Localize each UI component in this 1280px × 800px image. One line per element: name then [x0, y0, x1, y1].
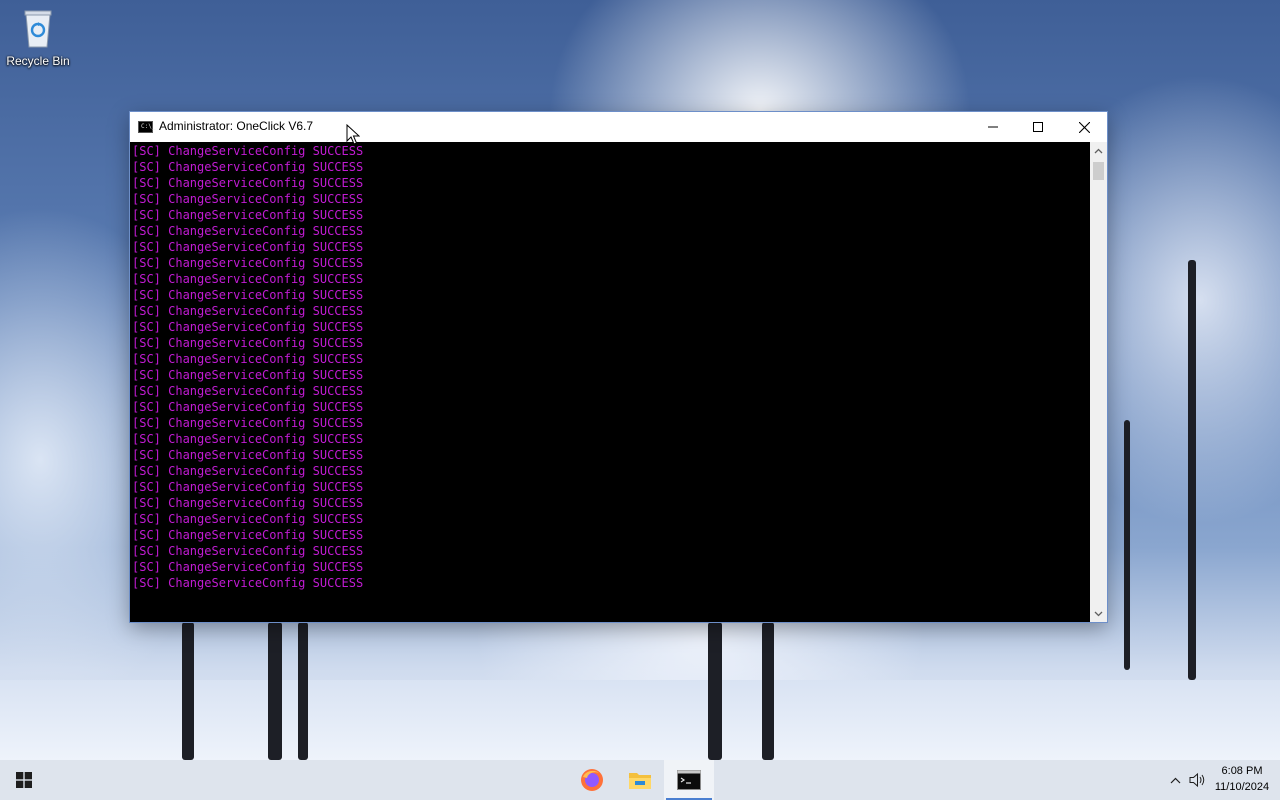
- window-titlebar[interactable]: C:\_ Administrator: OneClick V6.7: [130, 112, 1107, 142]
- console-line: [SC] ChangeServiceConfig SUCCESS: [132, 560, 364, 574]
- taskbar: 6:08 PM 11/10/2024: [0, 760, 1280, 800]
- console-line: [SC] ChangeServiceConfig SUCCESS: [132, 464, 364, 478]
- tree-trunk: [298, 622, 308, 760]
- console-output[interactable]: [SC] ChangeServiceConfig SUCCESS [SC] Cha…: [130, 142, 1090, 622]
- close-icon: [1078, 121, 1090, 133]
- console-line: [SC] ChangeServiceConfig SUCCESS: [132, 304, 364, 318]
- clock-date: 11/10/2024: [1214, 781, 1270, 793]
- chevron-up-icon: [1170, 777, 1180, 783]
- clock-time: 6:08 PM: [1221, 765, 1263, 777]
- console-line: [SC] ChangeServiceConfig SUCCESS: [132, 144, 364, 158]
- console-icon: C:\_: [138, 121, 155, 133]
- console-line: [SC] ChangeServiceConfig SUCCESS: [132, 448, 364, 462]
- console-line: [SC] ChangeServiceConfig SUCCESS: [132, 288, 364, 302]
- start-button[interactable]: [0, 760, 48, 800]
- tree-trunk: [268, 622, 282, 760]
- taskbar-command-prompt-button[interactable]: [664, 760, 714, 800]
- console-line: [SC] ChangeServiceConfig SUCCESS: [132, 192, 364, 206]
- scroll-down-button[interactable]: [1090, 605, 1107, 622]
- tree-trunk: [1188, 260, 1196, 680]
- close-button[interactable]: [1061, 112, 1107, 142]
- taskbar-firefox-button[interactable]: [568, 760, 616, 800]
- tree-trunk: [708, 622, 722, 760]
- file-explorer-icon: [629, 773, 651, 789]
- minimize-button[interactable]: [970, 112, 1016, 142]
- console-line: [SC] ChangeServiceConfig SUCCESS: [132, 256, 364, 270]
- maximize-icon: [1033, 122, 1043, 132]
- scroll-up-button[interactable]: [1090, 142, 1107, 159]
- console-line: [SC] ChangeServiceConfig SUCCESS: [132, 416, 364, 430]
- taskbar-file-explorer-button[interactable]: [616, 760, 664, 800]
- console-line: [SC] ChangeServiceConfig SUCCESS: [132, 272, 364, 286]
- tree-trunk: [762, 622, 774, 760]
- chevron-up-icon: [1094, 148, 1103, 153]
- console-line: [SC] ChangeServiceConfig SUCCESS: [132, 496, 364, 510]
- console-line: [SC] ChangeServiceConfig SUCCESS: [132, 320, 364, 334]
- console-line: [SC] ChangeServiceConfig SUCCESS: [132, 240, 364, 254]
- chevron-down-icon: [1094, 611, 1103, 616]
- window-title: Administrator: OneClick V6.7: [159, 119, 314, 133]
- console-line: [SC] ChangeServiceConfig SUCCESS: [132, 336, 364, 350]
- minimize-icon: [988, 126, 998, 128]
- scrollbar-thumb[interactable]: [1093, 162, 1104, 180]
- speaker-icon: [1189, 772, 1205, 788]
- show-hidden-icons-button[interactable]: [1165, 760, 1185, 800]
- console-window[interactable]: C:\_ Administrator: OneClick V6.7 [SC] C…: [130, 112, 1107, 622]
- vertical-scrollbar[interactable]: [1090, 142, 1107, 622]
- recycle-bin-desktop-icon[interactable]: Recycle Bin: [6, 8, 70, 68]
- console-line: [SC] ChangeServiceConfig SUCCESS: [132, 352, 364, 366]
- mouse-cursor-icon: [346, 124, 360, 145]
- console-line: [SC] ChangeServiceConfig SUCCESS: [132, 512, 364, 526]
- console-line: [SC] ChangeServiceConfig SUCCESS: [132, 160, 364, 174]
- console-line: [SC] ChangeServiceConfig SUCCESS: [132, 176, 364, 190]
- maximize-button[interactable]: [1015, 112, 1061, 142]
- console-line: [SC] ChangeServiceConfig SUCCESS: [132, 368, 364, 382]
- firefox-icon: [581, 769, 603, 791]
- recycle-bin-icon: [22, 8, 54, 48]
- console-line: [SC] ChangeServiceConfig SUCCESS: [132, 224, 364, 238]
- recycle-bin-label: Recycle Bin: [6, 54, 70, 68]
- volume-button[interactable]: [1187, 760, 1209, 800]
- console-line: [SC] ChangeServiceConfig SUCCESS: [132, 576, 364, 590]
- system-clock[interactable]: 6:08 PM 11/10/2024: [1212, 763, 1272, 795]
- console-line: [SC] ChangeServiceConfig SUCCESS: [132, 544, 364, 558]
- console-line: [SC] ChangeServiceConfig SUCCESS: [132, 400, 364, 414]
- windows-logo-icon: [16, 772, 32, 788]
- console-line: [SC] ChangeServiceConfig SUCCESS: [132, 528, 364, 542]
- tree-trunk: [182, 622, 194, 760]
- console-line: [SC] ChangeServiceConfig SUCCESS: [132, 208, 364, 222]
- command-prompt-icon: [677, 770, 701, 790]
- console-line: [SC] ChangeServiceConfig SUCCESS: [132, 480, 364, 494]
- tree-trunk: [1124, 420, 1130, 670]
- console-lines: [SC] ChangeServiceConfig SUCCESS [SC] Cha…: [130, 142, 1090, 591]
- console-line: [SC] ChangeServiceConfig SUCCESS: [132, 384, 364, 398]
- console-line: [SC] ChangeServiceConfig SUCCESS: [132, 432, 364, 446]
